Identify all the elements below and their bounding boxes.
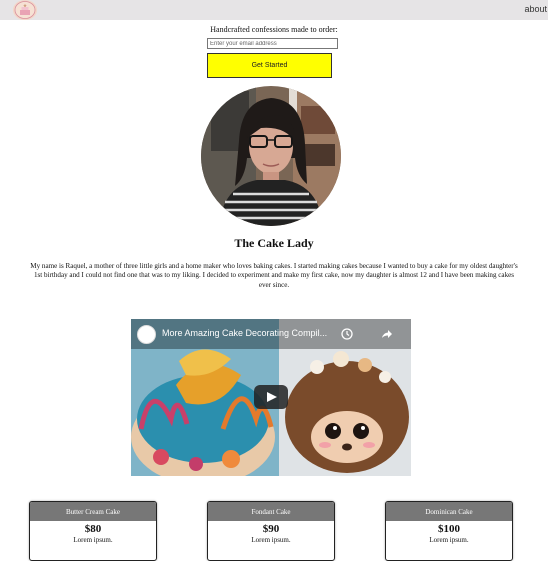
- video-title[interactable]: More Amazing Cake Decorating Compil...: [162, 328, 327, 338]
- card-price: $80: [84, 523, 102, 535]
- top-nav-bar: ~ ~ about: [0, 0, 548, 20]
- signup-label: Handcrafted confessions made to order:: [210, 25, 338, 34]
- card-price: $90: [262, 523, 280, 535]
- pricing-card[interactable]: Dominican Cake $100 Lorem ipsum.: [385, 501, 513, 561]
- bio-text: My name is Raquel, a mother of three lit…: [30, 262, 518, 289]
- channel-avatar[interactable]: [137, 325, 156, 344]
- svg-text:~ ~: ~ ~: [23, 5, 27, 8]
- video-embed[interactable]: More Amazing Cake Decorating Compil...: [131, 319, 411, 476]
- card-description: Lorem ipsum.: [429, 536, 469, 544]
- get-started-button[interactable]: Get Started: [207, 53, 332, 78]
- profile-photo: [201, 86, 341, 226]
- bio-title: The Cake Lady: [234, 236, 314, 250]
- card-price: $100: [438, 523, 460, 535]
- about-link[interactable]: about: [524, 4, 547, 14]
- card-title: Fondant Cake: [208, 502, 334, 521]
- pricing-card[interactable]: Fondant Cake $90 Lorem ipsum.: [207, 501, 335, 561]
- card-description: Lorem ipsum.: [73, 536, 113, 544]
- card-title: Butter Cream Cake: [30, 502, 156, 521]
- play-icon[interactable]: [254, 385, 288, 409]
- pricing-card[interactable]: Butter Cream Cake $80 Lorem ipsum.: [29, 501, 157, 561]
- email-field[interactable]: [207, 38, 338, 49]
- cake-logo-icon[interactable]: ~ ~: [13, 0, 37, 20]
- clock-icon[interactable]: [341, 327, 353, 340]
- card-title: Dominican Cake: [386, 502, 512, 521]
- share-icon[interactable]: [381, 327, 393, 339]
- card-description: Lorem ipsum.: [251, 536, 291, 544]
